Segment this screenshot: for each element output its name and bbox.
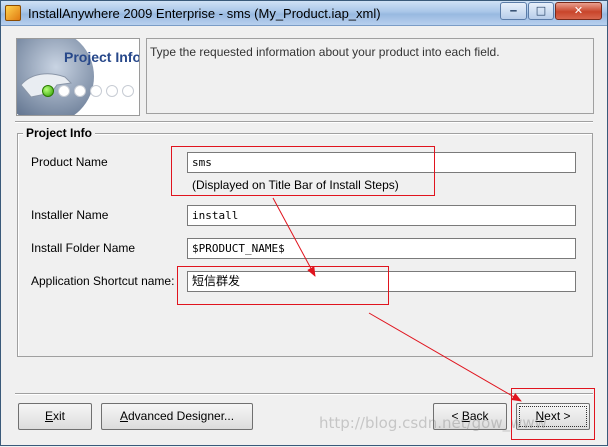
annotation-arrows: [272, 197, 522, 402]
annotation-arrow: [368, 312, 522, 402]
annotation-arrow: [272, 197, 316, 277]
installer-window: InstallAnywhere 2009 Enterprise - sms (M…: [0, 0, 608, 446]
